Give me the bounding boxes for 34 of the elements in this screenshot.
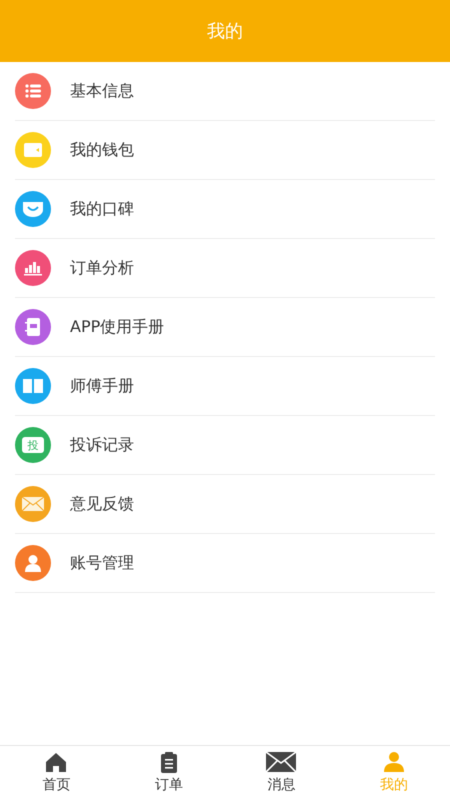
list-icon: [24, 82, 42, 100]
menu-label: 基本信息: [70, 80, 134, 102]
menu-item[interactable]: 账号管理: [15, 534, 435, 593]
notebook-icon: [25, 317, 41, 337]
bar-chart-icon: [23, 259, 43, 277]
tab-item[interactable]: 消息: [225, 746, 338, 800]
menu-label: 账号管理: [70, 552, 134, 574]
book-icon: [22, 378, 44, 394]
menu-label: 我的钱包: [70, 139, 134, 161]
envelope-icon: [21, 496, 45, 512]
tab-item[interactable]: 订单: [112, 746, 225, 800]
person-icon: [23, 553, 43, 573]
wallet-icon: [23, 142, 43, 158]
menu-item[interactable]: 基本信息: [15, 62, 435, 121]
menu-item[interactable]: 意见反馈: [15, 475, 435, 534]
menu-label: 师傅手册: [70, 375, 134, 397]
tab-item[interactable]: 首页: [0, 746, 112, 800]
menu-label: 订单分析: [70, 257, 134, 279]
menu-item[interactable]: 师傅手册: [15, 357, 435, 416]
complaint-icon: 投: [22, 437, 44, 453]
menu-item[interactable]: 订单分析: [15, 239, 435, 298]
page-title: 我的: [207, 20, 243, 44]
home-icon: [45, 750, 68, 772]
menu-item[interactable]: 我的口碑: [15, 180, 435, 239]
menu-label: APP使用手册: [70, 316, 164, 338]
menu-item[interactable]: 我的钱包: [15, 121, 435, 180]
menu-item[interactable]: 投 投诉记录: [15, 416, 435, 475]
menu-item[interactable]: APP使用手册: [15, 298, 435, 357]
envelope-icon: [266, 750, 296, 772]
person-icon: [382, 750, 405, 772]
menu-label: 我的口碑: [70, 198, 134, 220]
smile-icon: [22, 201, 44, 217]
menu-label: 投诉记录: [70, 434, 134, 456]
menu-label: 意见反馈: [70, 493, 134, 515]
